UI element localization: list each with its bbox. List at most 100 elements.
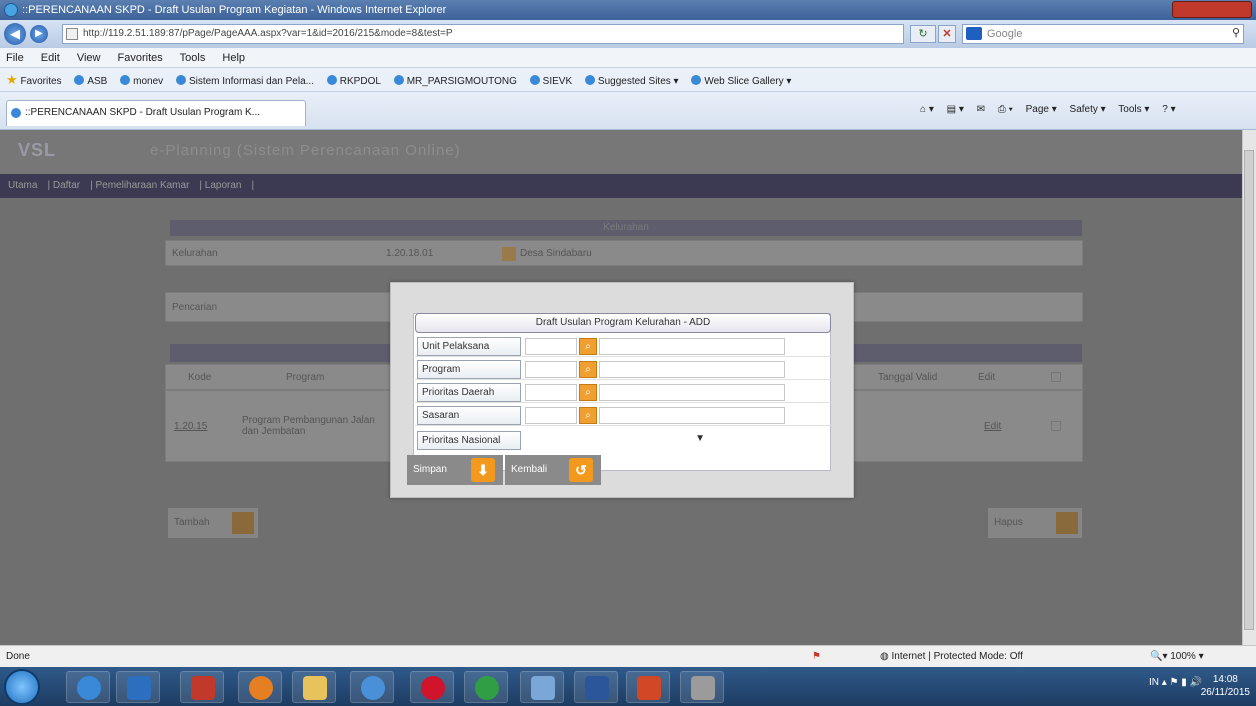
site-logo: VSL <box>18 140 57 160</box>
ie-app-icon <box>4 3 18 17</box>
taskbar-chrome[interactable] <box>464 671 508 703</box>
print-icon[interactable]: ⎙ ▾ <box>998 104 1013 115</box>
favorite-item[interactable]: Sistem Informasi dan Pela... <box>175 70 314 91</box>
kembali-button[interactable]: Kembali ↺ <box>505 455 601 485</box>
taskbar-ie[interactable] <box>66 671 110 703</box>
taskbar-acrobat[interactable] <box>180 671 224 703</box>
favorites-button[interactable]: ★ Favorites <box>6 68 62 91</box>
section-header-label: Kelurahan <box>603 222 649 233</box>
stop-button[interactable]: ✕ <box>938 25 956 43</box>
unit-pelaksana-code-input[interactable] <box>525 338 577 355</box>
safety-menu[interactable]: Safety ▾ <box>1070 104 1106 115</box>
search-icon[interactable]: ⚲ <box>1232 26 1240 39</box>
lookup-icon[interactable]: ⌕ <box>579 338 597 355</box>
taskbar-other[interactable] <box>680 671 724 703</box>
field-row-prioritas-daerah: Prioritas Daerah ⌕ <box>415 381 831 403</box>
back-button[interactable]: ◀ <box>4 23 26 45</box>
favorite-item[interactable]: RKPDOL <box>326 70 381 91</box>
tambah-button[interactable]: Tambah <box>168 508 258 538</box>
menu-tools[interactable]: Tools <box>180 52 206 64</box>
ie-page-icon <box>120 75 131 85</box>
menu-file[interactable]: File <box>6 52 24 64</box>
row-kode-link[interactable]: 1.20.15 <box>174 421 207 432</box>
nav-utama[interactable]: Utama <box>8 180 37 191</box>
favorite-item[interactable]: SIEVK <box>529 70 572 91</box>
prioritas-nasional-select[interactable]: ▼ <box>525 432 711 449</box>
favorite-item[interactable]: MR_PARSIGMOUTONG <box>393 70 517 91</box>
sasaran-name-input[interactable] <box>599 407 785 424</box>
favorite-item[interactable]: Suggested Sites ▾ <box>584 70 679 91</box>
hapus-button[interactable]: Hapus <box>988 508 1082 538</box>
start-button[interactable] <box>4 669 40 705</box>
url-input[interactable]: http://119.2.51.189:87/pPage/PageAAA.asp… <box>62 24 904 44</box>
lookup-icon[interactable]: ⌕ <box>579 384 597 401</box>
search-input[interactable]: Google <box>962 24 1244 44</box>
security-icon: ⚑ <box>812 651 821 662</box>
clock[interactable]: 14:08 26/11/2015 <box>1201 673 1250 699</box>
nav-daftar[interactable]: Daftar <box>53 180 80 191</box>
lookup-icon[interactable]: ⌕ <box>579 361 597 378</box>
ie-page-icon <box>11 108 21 118</box>
taskbar-opera[interactable] <box>410 671 454 703</box>
site-nav: Utama | Daftar | Pemeliharaan Kamar | Lapor… <box>0 174 1242 198</box>
refresh-button[interactable]: ↻ <box>910 25 936 43</box>
row-program: Program Pembangunan Jalan dan Jembatan <box>242 415 375 437</box>
taskbar-word[interactable] <box>574 671 618 703</box>
scrollbar-thumb[interactable] <box>1244 150 1254 630</box>
page-icon <box>66 28 78 40</box>
add-icon <box>232 512 254 534</box>
delete-icon <box>1056 512 1078 534</box>
favorite-item[interactable]: ASB <box>74 70 107 91</box>
page-menu[interactable]: Page ▾ <box>1026 104 1057 115</box>
taskbar-tool[interactable] <box>520 671 564 703</box>
back-arrow-icon: ↺ <box>569 458 593 482</box>
window-title: ::PERENCANAAN SKPD - Draft Usulan Progra… <box>22 4 447 16</box>
home-icon[interactable]: ⌂ ▾ <box>920 104 934 115</box>
taskbar-firefox[interactable] <box>238 671 282 703</box>
help-icon[interactable]: ? ▾ <box>1162 104 1175 115</box>
menu-help[interactable]: Help <box>222 52 245 64</box>
simpan-button[interactable]: Simpan ⬇ <box>407 455 503 485</box>
prioritas-daerah-label: Prioritas Daerah <box>417 383 521 402</box>
nav-pemeliharaan[interactable]: Pemeliharaan Kamar <box>95 180 189 191</box>
favorite-item[interactable]: monev <box>120 70 163 91</box>
mail-icon[interactable]: ✉ <box>977 104 985 115</box>
clock-date: 26/11/2015 <box>1200 687 1250 698</box>
row-edit-link[interactable]: Edit <box>984 421 1001 432</box>
zoom-level[interactable]: 🔍▾ 100% ▾ <box>1150 646 1204 668</box>
taskbar-powerpoint[interactable] <box>626 671 670 703</box>
taskbar-app[interactable] <box>350 671 394 703</box>
menu-favorites[interactable]: Favorites <box>118 52 163 64</box>
browser-tab[interactable]: ::PERENCANAAN SKPD - Draft Usulan Progra… <box>6 100 306 126</box>
program-code-input[interactable] <box>525 361 577 378</box>
zone-indicator[interactable]: ◍ Internet | Protected Mode: Off <box>880 646 1023 668</box>
menu-view[interactable]: View <box>77 52 101 64</box>
kembali-label: Kembali <box>511 464 548 475</box>
tools-menu[interactable]: Tools ▾ <box>1118 104 1149 115</box>
lookup-icon[interactable]: ⌕ <box>579 407 597 424</box>
taskbar-outlook[interactable] <box>116 671 160 703</box>
unit-pelaksana-name-input[interactable] <box>599 338 785 355</box>
sasaran-code-input[interactable] <box>525 407 577 424</box>
site-title: e-Planning (Sistem Perencanaan Online) <box>150 142 461 159</box>
feeds-icon[interactable]: ▤ ▾ <box>947 104 964 115</box>
taskbar-explorer[interactable] <box>292 671 336 703</box>
prioritas-daerah-code-input[interactable] <box>525 384 577 401</box>
row-checkbox[interactable] <box>1051 421 1061 431</box>
select-all-checkbox[interactable] <box>1051 372 1061 382</box>
nav-laporan[interactable]: Laporan <box>205 180 242 191</box>
favorites-bar: ★ Favorites ASB monev Sistem Informasi d… <box>0 68 1256 92</box>
lookup-icon[interactable] <box>502 247 516 261</box>
folder-icon <box>303 676 327 700</box>
favorite-item[interactable]: Web Slice Gallery ▾ <box>691 70 791 91</box>
field-row-program: Program ⌕ <box>415 358 831 380</box>
prioritas-daerah-name-input[interactable] <box>599 384 785 401</box>
window-controls[interactable] <box>1172 1 1252 18</box>
forward-button[interactable]: ▶ <box>30 25 48 43</box>
menu-edit[interactable]: Edit <box>41 52 60 64</box>
powerpoint-icon <box>637 676 661 700</box>
ie-page-icon <box>529 75 540 85</box>
system-tray[interactable]: IN ▴ ⚑ ▮ 🔊 <box>1149 677 1202 688</box>
program-name-input[interactable] <box>599 361 785 378</box>
search-provider-icon <box>966 27 982 40</box>
